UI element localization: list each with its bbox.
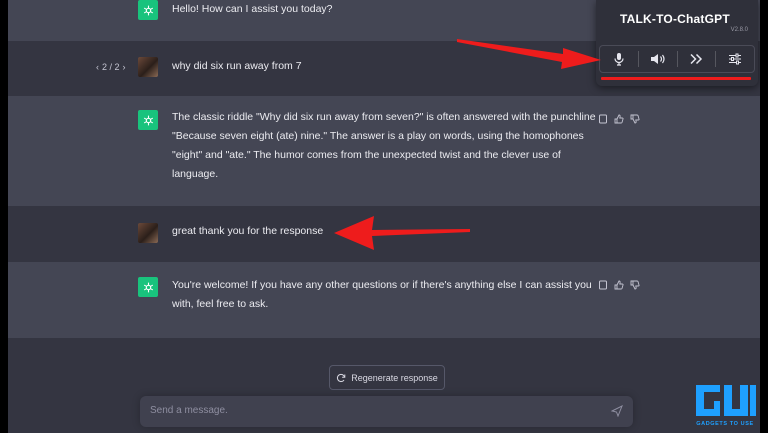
copy-icon[interactable]: [598, 114, 608, 124]
message-line: The classic riddle "Why did six run away…: [172, 111, 596, 123]
message-line: "Because seven eight (ate) nine." The an…: [172, 130, 584, 142]
message-actions: [598, 280, 640, 290]
microphone-button[interactable]: [600, 46, 638, 72]
extension-controls: [599, 45, 755, 73]
message-line: with, feel free to ask.: [172, 298, 269, 310]
message-line: language.: [172, 168, 219, 180]
thumbs-down-icon[interactable]: [630, 114, 640, 124]
pager-count: 2 / 2: [102, 62, 120, 72]
assistant-message-row: You're welcome! If you have any other qu…: [8, 262, 760, 338]
microphone-icon: [614, 53, 624, 66]
settings-button[interactable]: [716, 46, 754, 72]
speaker-button[interactable]: [639, 46, 677, 72]
speaker-icon: [650, 54, 665, 64]
response-pager[interactable]: ‹ 2 / 2 ›: [96, 62, 126, 72]
assistant-message-text: Hello! How can I assist you today?: [172, 3, 333, 15]
gadgets-to-use-logo: [696, 385, 756, 416]
skip-button[interactable]: [678, 46, 716, 72]
message-line: You're welcome! If you have any other qu…: [172, 279, 592, 291]
chevron-left-icon[interactable]: ‹: [96, 62, 99, 72]
thumbs-down-icon[interactable]: [630, 280, 640, 290]
thumbs-up-icon[interactable]: [614, 114, 624, 124]
refresh-icon: [337, 373, 346, 382]
extension-title: TALK-TO-ChatGPT: [620, 12, 730, 26]
message-line: "eight" and "ate." The humor comes from …: [172, 149, 561, 161]
message-actions: [598, 114, 640, 124]
input-placeholder: Send a message.: [150, 405, 228, 416]
user-message-text: why did six run away from 7: [172, 60, 302, 72]
send-icon[interactable]: [611, 405, 623, 417]
annotation-underline: [601, 77, 751, 80]
copy-icon[interactable]: [598, 280, 608, 290]
annotation-arrow-to-mic: [457, 39, 601, 69]
chatgpt-avatar: [138, 277, 158, 297]
chatgpt-avatar: [138, 110, 158, 130]
thumbs-up-icon[interactable]: [614, 280, 624, 290]
assistant-message-text: The classic riddle "Why did six run away…: [172, 108, 596, 184]
watermark-text: GADGETS TO USE: [696, 421, 754, 427]
user-avatar: [138, 57, 158, 77]
annotation-arrow-to-message: [334, 216, 470, 250]
openai-logo-icon: [143, 115, 153, 125]
skip-icon: [690, 53, 703, 65]
extension-version: V2.8.0: [730, 27, 748, 33]
chatgpt-avatar: [138, 0, 158, 20]
settings-sliders-icon: [729, 53, 742, 65]
assistant-message-text: You're welcome! If you have any other qu…: [172, 276, 592, 314]
chevron-right-icon[interactable]: ›: [123, 62, 126, 72]
user-avatar: [138, 223, 158, 243]
message-input[interactable]: Send a message.: [140, 396, 633, 427]
talk-to-chatgpt-panel: TALK-TO-ChatGPT V2.8.0: [596, 0, 758, 86]
openai-logo-icon: [143, 5, 153, 15]
gadgets-to-use-watermark: GADGETS TO USE: [690, 381, 760, 429]
openai-logo-icon: [143, 282, 153, 292]
regenerate-response-button[interactable]: Regenerate response: [329, 365, 445, 390]
user-message-text: great thank you for the response: [172, 225, 324, 237]
assistant-message-row: The classic riddle "Why did six run away…: [8, 96, 760, 206]
regenerate-label: Regenerate response: [351, 372, 438, 383]
